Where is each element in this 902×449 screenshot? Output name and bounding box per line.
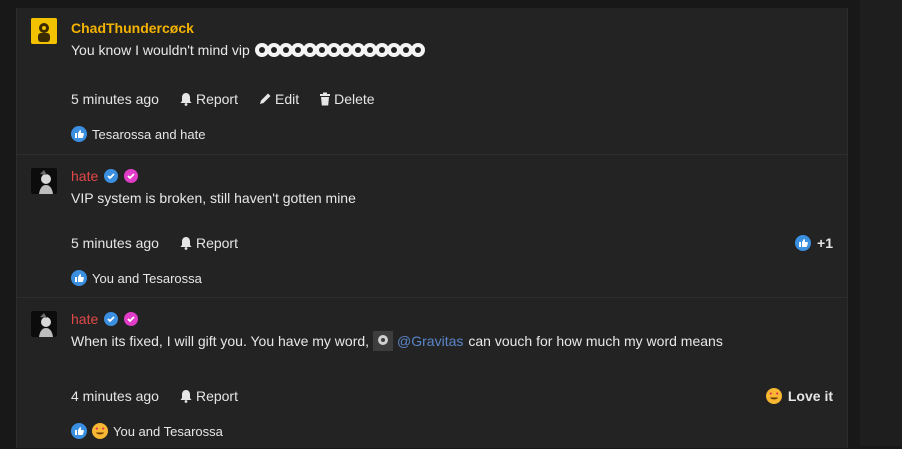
avatar[interactable]: [31, 18, 57, 44]
verified-badge-icon: [104, 312, 119, 326]
author-label[interactable]: hate: [71, 311, 98, 327]
comment-3: hate When its fixed, I will gift you. Yo…: [17, 297, 847, 449]
edit-button[interactable]: Edit: [258, 91, 299, 107]
comment-2: hate VIP system is broken, still haven't…: [17, 154, 847, 298]
report-button[interactable]: Report: [179, 235, 238, 251]
delete-button[interactable]: Delete: [319, 91, 375, 107]
timestamp[interactable]: 4 minutes ago: [71, 388, 159, 404]
author-name[interactable]: ChadThundercøck: [71, 20, 194, 36]
avatar[interactable]: [31, 168, 57, 194]
bell-icon: [180, 390, 192, 403]
love-eyes-icon: [92, 423, 108, 439]
like-icon: [71, 423, 87, 439]
comment-text-before: When its fixed, I will gift you. You hav…: [71, 333, 370, 349]
report-button[interactable]: Report: [179, 91, 238, 107]
reaction-text[interactable]: You and Tesarossa: [92, 271, 202, 286]
reaction-text[interactable]: Tesarossa and hate: [92, 127, 205, 142]
reaction-summary[interactable]: You and Tesarossa: [71, 270, 202, 286]
timestamp[interactable]: 5 minutes ago: [71, 235, 159, 251]
comment-text-after: can vouch for how much my word means: [468, 333, 723, 349]
vip-badge-icon: [124, 312, 139, 326]
comment-actions: 5 minutes ago Report: [71, 235, 238, 251]
delete-label[interactable]: Delete: [334, 91, 374, 107]
bell-icon: [180, 237, 192, 250]
avatar-image: [31, 311, 57, 337]
like-icon: [71, 270, 87, 286]
comment-text: VIP system is broken, still haven't gott…: [71, 190, 356, 206]
report-label[interactable]: Report: [196, 388, 238, 404]
trash-icon: [320, 92, 331, 106]
reaction-summary[interactable]: Tesarossa and hate: [71, 126, 205, 142]
right-gutter: [860, 0, 902, 446]
comment-actions: 5 minutes ago Report Edit Delete: [71, 91, 375, 107]
like-icon: [795, 235, 812, 251]
bell-icon: [180, 93, 192, 106]
report-button[interactable]: Report: [179, 388, 238, 404]
author-name[interactable]: hate: [71, 311, 139, 327]
comment-actions: 4 minutes ago Report: [71, 388, 238, 404]
vip-badge-icon: [124, 169, 139, 183]
love-eyes-icon: [765, 388, 782, 404]
verified-badge-icon: [104, 169, 119, 183]
comment-text: You know I wouldn't mind vip: [71, 42, 425, 58]
avatar[interactable]: [31, 311, 57, 337]
eye-emoji: [410, 43, 425, 57]
edit-label[interactable]: Edit: [275, 91, 299, 107]
like-icon: [71, 126, 87, 142]
mention-avatar[interactable]: [373, 331, 394, 351]
comment-1: ChadThundercøck You know I wouldn't mind…: [17, 8, 847, 154]
report-label[interactable]: Report: [196, 91, 238, 107]
reaction-text[interactable]: You and Tesarossa: [113, 424, 223, 439]
comment-text-content: You know I wouldn't mind vip: [71, 42, 250, 58]
author-label[interactable]: ChadThundercøck: [71, 20, 194, 36]
author-name[interactable]: hate: [71, 168, 139, 184]
reaction-count[interactable]: +1: [817, 235, 833, 251]
comments-panel: ChadThundercøck You know I wouldn't mind…: [16, 8, 848, 448]
reaction-summary[interactable]: You and Tesarossa: [71, 423, 223, 439]
avatar-image: [31, 18, 57, 44]
comment-text: When its fixed, I will gift you. You hav…: [71, 331, 723, 351]
author-label[interactable]: hate: [71, 168, 98, 184]
timestamp[interactable]: 5 minutes ago: [71, 91, 159, 107]
comment-text-content: VIP system is broken, still haven't gott…: [71, 190, 356, 206]
reaction-count-button[interactable]: +1: [795, 235, 833, 251]
love-it-button[interactable]: Love it: [765, 388, 833, 404]
pencil-icon: [259, 93, 271, 104]
avatar-image: [31, 168, 57, 194]
mention-link[interactable]: @Gravitas: [397, 333, 463, 349]
eyes-emoji-group: [254, 43, 425, 57]
reaction-label[interactable]: Love it: [788, 388, 833, 404]
report-label[interactable]: Report: [196, 235, 238, 251]
